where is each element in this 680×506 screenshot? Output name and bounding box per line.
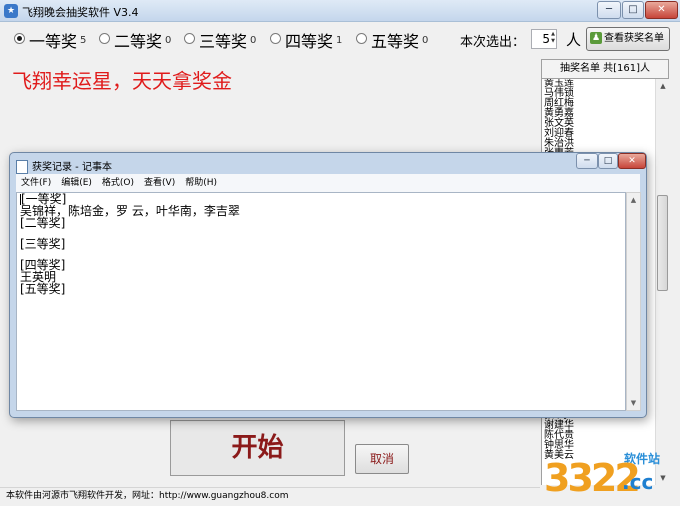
window-title: 飞翔晚会抽奖软件 V3.4 [22,6,139,19]
menu-edit[interactable]: 编辑(E) [56,174,97,192]
text-line: 吴锦祥，陈培金，罗 云，叶华南，李吉翠 [20,204,240,218]
prize-label: 三等奖 [199,32,248,51]
name-list-scrollbar[interactable]: ▲ ▼ [655,79,669,485]
scroll-down-icon[interactable]: ▼ [627,396,640,410]
menu-view[interactable]: 查看(V) [139,174,180,192]
close-button[interactable]: ✕ [645,1,678,19]
status-footer: 本软件由河源市飞翔软件开发，网址：http://www.guangzhou8.c… [0,487,540,506]
main-title-bar[interactable]: ★ 飞翔晚会抽奖软件 V3.4 ─ □ ✕ [0,0,680,22]
prize-label: 二等奖 [114,32,163,51]
text-line [17,229,625,238]
radio-indicator[interactable] [14,32,25,44]
scroll-up-icon[interactable]: ▲ [656,79,670,93]
people-icon: ♟ [590,32,602,44]
radio-indicator[interactable] [356,32,367,44]
watermark-domain: .cc [622,470,654,494]
minimize-button[interactable]: ─ [597,1,621,19]
prize-count: 0 [422,34,429,46]
name-list-header: 抽奖名单 共[161]人 [541,59,669,79]
menu-format[interactable]: 格式(O) [97,174,139,192]
prize-radio-second[interactable]: 二等奖 0 [99,28,172,51]
prize-count: 0 [165,34,172,46]
radio-indicator[interactable] [184,32,195,44]
radio-indicator[interactable] [270,32,281,44]
app-icon: ★ [4,4,18,18]
maximize-button[interactable]: □ [622,1,644,19]
scroll-thumb[interactable] [657,195,668,291]
prize-radio-fifth[interactable]: 五等奖 0 [356,28,429,51]
text-line: 王英明 [20,270,57,284]
slogan: 飞翔幸运星，天天拿奖金 [12,69,232,93]
notepad-maximize-button[interactable]: □ [598,153,618,169]
prize-radio-third[interactable]: 三等奖 0 [184,28,257,51]
view-winners-label: 查看获奖名单 [604,33,664,44]
draw-unit-label: 人 [566,31,582,49]
notepad-close-button[interactable]: ✕ [618,153,646,169]
prize-radio-fourth[interactable]: 四等奖 1 [270,28,343,51]
menu-file[interactable]: 文件(F) [16,174,56,192]
view-winners-button[interactable]: ♟ 查看获奖名单 [586,27,670,51]
prize-count: 5 [80,34,87,46]
prize-count: 0 [250,34,257,46]
notepad-window[interactable]: 获奖记录 - 记事本 ─ □ ✕ 文件(F) 编辑(E) 格式(O) 查看(V) 帮助(… [9,152,647,418]
text-line: [五等奖] [20,282,66,296]
notepad-title-text: 获奖记录 - 记事本 [32,162,112,173]
prize-label: 四等奖 [285,32,334,51]
notepad-title: 获奖记录 - 记事本 [16,158,112,174]
text-line: [四等奖] [20,258,66,272]
scroll-up-icon[interactable]: ▲ [627,193,640,207]
text-line [17,250,625,259]
start-button[interactable]: 开始 [170,420,345,476]
notepad-menubar: 文件(F) 编辑(E) 格式(O) 查看(V) 帮助(H) [16,174,640,192]
menu-help[interactable]: 帮助(H) [180,174,222,192]
prize-label: 一等奖 [29,32,78,51]
draw-count-label: 本次选出： [460,35,526,50]
spin-arrows-icon[interactable]: ▲ ▼ [550,31,556,45]
text-line: [二等奖] [20,216,66,230]
notepad-minimize-button[interactable]: ─ [576,153,598,169]
prize-radio-first[interactable]: 一等奖 5 [14,28,87,51]
prize-label: 五等奖 [371,32,420,51]
notepad-icon [16,160,28,174]
cancel-button[interactable]: 取消 [355,444,409,474]
prize-count: 1 [336,34,343,46]
watermark-logo: 软件站 3322 .cc [540,448,680,506]
radio-indicator[interactable] [99,32,110,44]
text-line: [三等奖] [20,237,66,251]
notepad-text-area[interactable]: [一等奖] 吴锦祥，陈培金，罗 云，叶华南，李吉翠 [二等奖] [三等奖] [四… [16,192,626,411]
notepad-scrollbar[interactable]: ▲ ▼ [626,192,641,411]
